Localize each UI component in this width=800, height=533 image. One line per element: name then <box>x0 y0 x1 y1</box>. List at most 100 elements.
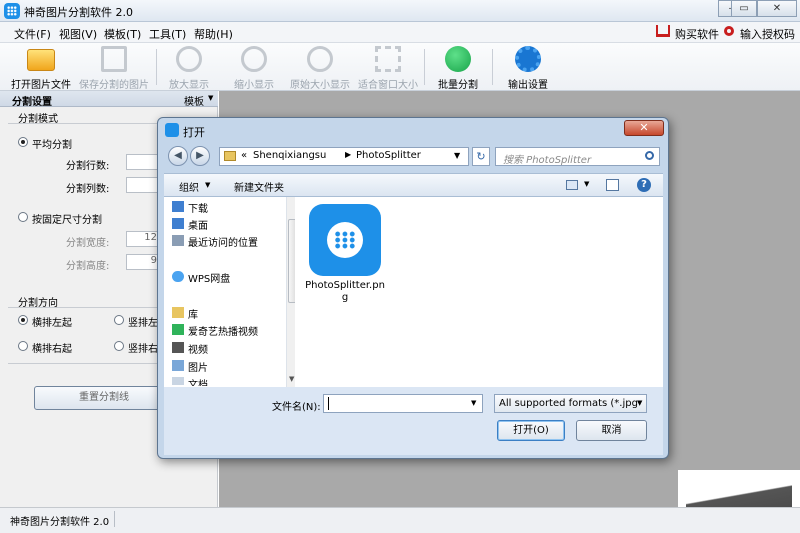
chevron-down-icon: ▼ <box>208 94 214 102</box>
file-name-label: PhotoSplitter.png <box>305 280 385 303</box>
chevron-down-icon[interactable]: ▼ <box>584 180 589 188</box>
rows-input[interactable] <box>126 154 160 170</box>
path-segment-1[interactable]: Shenqixiangsu <box>253 150 326 161</box>
close-button[interactable]: ✕ <box>757 0 797 17</box>
chevron-down-icon[interactable]: ▼ <box>637 399 642 407</box>
refresh-icon[interactable]: ↻ <box>472 147 490 166</box>
save-split-button[interactable]: 保存分割的图片 <box>78 46 150 91</box>
even-split-label: 平均分割 <box>32 140 72 151</box>
new-folder-button[interactable]: 新建文件夹 <box>234 179 284 194</box>
zoom-out-icon <box>241 46 267 72</box>
reset-split-lines-button[interactable]: 重置分割线 <box>34 386 174 410</box>
dialog-footer: 文件名(N): ▼ All supported formats (*.jpg ▼… <box>164 387 663 455</box>
output-settings-button[interactable]: 输出设置 <box>504 46 552 91</box>
chevron-down-icon[interactable]: ▼ <box>289 375 294 383</box>
toolbar-separator <box>156 49 157 85</box>
nav-item-desktop[interactable]: 桌面 <box>188 217 208 232</box>
iqiyi-icon <box>172 324 184 335</box>
cart-icon <box>656 25 670 37</box>
file-item[interactable]: PhotoSplitter.png <box>305 201 385 305</box>
menu-tools[interactable]: 工具(T) <box>149 26 186 42</box>
file-type-filter[interactable]: All supported formats (*.jpg <box>494 394 647 413</box>
nav-item-downloads[interactable]: 下载 <box>188 200 208 215</box>
help-icon[interactable]: ? <box>637 178 651 192</box>
command-bar: 组织 ▼ 新建文件夹 ▼ ? <box>164 173 663 197</box>
template-dropdown[interactable]: 模板 <box>184 93 204 108</box>
preview-pane-icon[interactable] <box>606 179 619 191</box>
nav-item-videos[interactable]: 视频 <box>188 341 208 356</box>
back-button[interactable]: ◀ <box>168 146 188 166</box>
vertical-right-label: 竖排右 <box>128 344 158 355</box>
license-link[interactable]: 输入授权码 <box>740 26 795 42</box>
maximize-button[interactable]: ▭ <box>731 0 757 17</box>
nav-item-pictures[interactable]: 图片 <box>188 359 208 374</box>
open-button[interactable]: 打开(O) <box>497 420 565 441</box>
menu-help[interactable]: 帮助(H) <box>194 26 233 42</box>
buy-software-link[interactable]: 购买软件 <box>675 26 719 42</box>
toolbar: 打开图片文件 保存分割的图片 放大显示 缩小显示 原始大小显示 适合窗口大小 批… <box>0 43 800 91</box>
fixed-size-label: 按固定尺寸分割 <box>32 215 102 226</box>
path-prefix: « <box>241 150 248 161</box>
photosplitter-file-icon <box>309 204 381 276</box>
address-bar[interactable]: « Shenqixiangsu ▶ PhotoSplitter ▼ <box>219 147 469 166</box>
original-size-button[interactable]: 原始大小显示 <box>288 46 352 91</box>
even-split-radio[interactable] <box>18 137 28 147</box>
vertical-right-radio[interactable] <box>114 341 124 351</box>
open-file-dialog: 打开 ✕ ◀ ▶ « Shenqixiangsu ▶ PhotoSplitter… <box>157 117 669 459</box>
window-title: 神奇图片分割软件 2.0 <box>24 6 133 19</box>
filename-input[interactable] <box>323 394 483 413</box>
file-list: PhotoSplitter.png <box>295 197 663 387</box>
panel-header: 分割设置 模板 ▼ <box>0 91 218 108</box>
library-icon <box>172 307 184 318</box>
vertical-left-radio[interactable] <box>114 315 124 325</box>
width-input[interactable]: 12 <box>126 231 160 247</box>
navigation-pane: 下载 桌面 最近访问的位置 WPS网盘 库 爱奇艺热播视频 视频 图片 文档 ▼ <box>164 197 298 387</box>
menu-file[interactable]: 文件(F) <box>14 26 51 42</box>
text-cursor <box>328 397 329 410</box>
gear-icon <box>515 46 541 72</box>
chevron-down-icon[interactable]: ▼ <box>471 399 476 407</box>
filename-label: 文件名(N): <box>272 402 321 413</box>
fixed-size-radio[interactable] <box>18 212 28 222</box>
horizontal-right-label: 横排右起 <box>32 344 72 355</box>
menu-view[interactable]: 视图(V) <box>59 26 97 42</box>
open-image-button[interactable]: 打开图片文件 <box>8 46 74 91</box>
chevron-down-icon: ▼ <box>205 181 211 189</box>
horizontal-right-radio[interactable] <box>18 341 28 351</box>
download-icon <box>172 201 184 212</box>
height-input[interactable]: 9 <box>126 254 160 270</box>
fit-window-button[interactable]: 适合窗口大小 <box>356 46 420 91</box>
nav-item-recent[interactable]: 最近访问的位置 <box>188 234 258 249</box>
cols-input[interactable] <box>126 177 160 193</box>
zoom-out-button[interactable]: 缩小显示 <box>230 46 278 91</box>
nav-item-library[interactable]: 库 <box>188 306 198 321</box>
search-input[interactable]: 搜索 PhotoSplitter <box>495 147 660 166</box>
forward-button[interactable]: ▶ <box>190 146 210 166</box>
menu-template[interactable]: 模板(T) <box>104 26 141 42</box>
zoom-in-button[interactable]: 放大显示 <box>165 46 213 91</box>
search-icon[interactable] <box>645 151 654 160</box>
height-label: 分割高度: <box>66 261 110 272</box>
horizontal-left-radio[interactable] <box>18 315 28 325</box>
status-bar: 神奇图片分割软件 2.0 <box>0 507 800 533</box>
organize-button[interactable]: 组织 <box>179 179 199 194</box>
menu-bar: 文件(F) 视图(V) 模板(T) 工具(T) 帮助(H) 购买软件 输入授权码 <box>0 22 800 43</box>
status-text: 神奇图片分割软件 2.0 <box>10 517 110 528</box>
folder-open-icon <box>27 49 55 71</box>
app-icon <box>165 123 179 137</box>
fast-forward-icon <box>445 46 471 72</box>
nav-item-wps-cloud[interactable]: WPS网盘 <box>188 270 230 285</box>
pictures-icon <box>172 360 184 371</box>
path-segment-2[interactable]: PhotoSplitter <box>356 150 421 161</box>
title-bar: 神奇图片分割软件 2.0 – ▭ ✕ <box>0 0 800 22</box>
nav-item-iqiyi[interactable]: 爱奇艺热播视频 <box>188 323 258 338</box>
dialog-close-button[interactable]: ✕ <box>624 120 664 136</box>
chevron-down-icon[interactable]: ▼ <box>454 151 460 160</box>
cancel-button[interactable]: 取消 <box>576 420 647 441</box>
nav-item-documents[interactable]: 文档 <box>188 376 208 386</box>
toolbar-separator <box>492 49 493 85</box>
rows-label: 分割行数: <box>66 161 110 172</box>
view-icon[interactable] <box>566 180 578 190</box>
batch-split-button[interactable]: 批量分割 <box>434 46 482 91</box>
desktop-icon <box>172 218 184 229</box>
